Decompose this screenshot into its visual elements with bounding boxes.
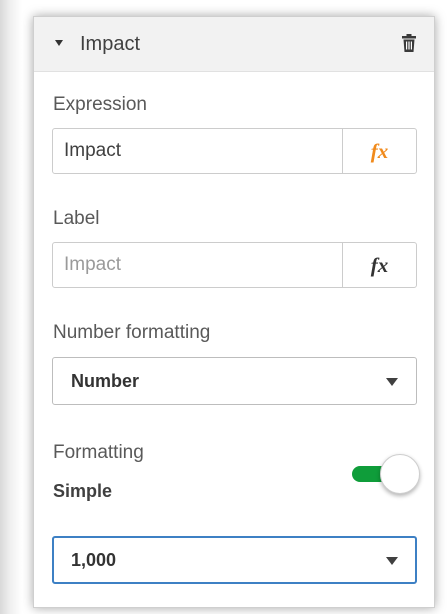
expression-input-group: fx bbox=[52, 128, 417, 174]
label-fx-button[interactable]: fx bbox=[342, 243, 416, 287]
label-input[interactable] bbox=[53, 243, 343, 287]
expression-label: Expression bbox=[53, 94, 147, 115]
number-formatting-select[interactable]: Number bbox=[52, 357, 417, 405]
section-header[interactable]: Impact bbox=[34, 17, 434, 72]
toggle-knob bbox=[380, 454, 420, 494]
format-pattern-value: 1,000 bbox=[71, 550, 117, 570]
dropdown-arrow-icon bbox=[386, 378, 398, 386]
background: Impact Expression fx Label fx Number for… bbox=[0, 0, 447, 614]
collapse-caret-icon[interactable] bbox=[55, 40, 63, 46]
label-input-group: fx bbox=[52, 242, 417, 288]
expression-input[interactable] bbox=[53, 129, 343, 173]
formatting-label: Formatting bbox=[53, 442, 144, 463]
label-field-label: Label bbox=[53, 208, 100, 229]
format-pattern-select[interactable]: 1,000 bbox=[52, 536, 417, 584]
number-formatting-value: Number bbox=[71, 371, 140, 391]
number-formatting-label: Number formatting bbox=[53, 322, 211, 343]
dropdown-arrow-icon bbox=[386, 557, 398, 565]
formatting-toggle[interactable] bbox=[352, 454, 420, 494]
measure-properties-panel: Impact Expression fx Label fx Number for… bbox=[33, 16, 435, 608]
expression-fx-button[interactable]: fx bbox=[342, 129, 416, 173]
section-title: Impact bbox=[80, 33, 141, 55]
trash-icon[interactable] bbox=[402, 34, 416, 52]
formatting-mode-label: Simple bbox=[53, 481, 113, 501]
